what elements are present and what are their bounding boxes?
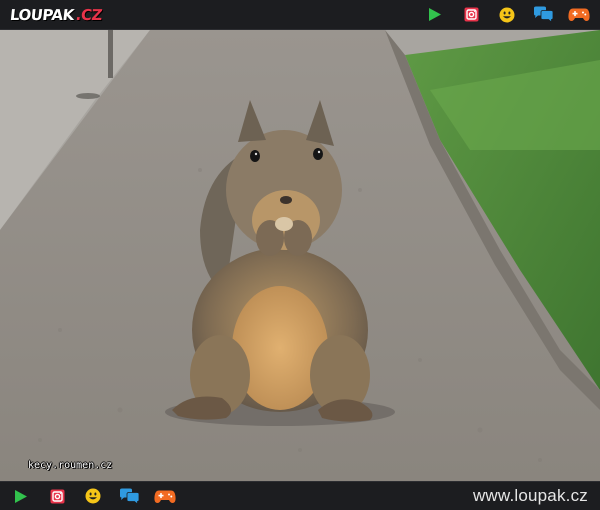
smiley-icon[interactable] bbox=[82, 487, 104, 505]
squirrel-photo bbox=[0, 30, 600, 481]
play-icon[interactable] bbox=[10, 487, 32, 505]
instagram-icon[interactable] bbox=[46, 487, 68, 505]
play-icon[interactable] bbox=[424, 6, 446, 24]
smiley-icon[interactable] bbox=[496, 6, 518, 24]
photo: kecy.roumen.cz bbox=[0, 30, 600, 481]
top-bar: LOUPAK .CZ bbox=[0, 0, 600, 30]
chat-icon[interactable] bbox=[118, 487, 140, 505]
logo-text: LOUPAK bbox=[9, 5, 75, 24]
instagram-icon[interactable] bbox=[460, 6, 482, 24]
gamepad-icon[interactable] bbox=[154, 487, 176, 505]
chat-icon[interactable] bbox=[532, 6, 554, 24]
gamepad-icon[interactable] bbox=[568, 6, 590, 24]
bottom-icon-nav bbox=[10, 487, 176, 505]
bottom-bar: www.loupak.cz bbox=[0, 481, 600, 510]
top-icon-nav bbox=[424, 6, 590, 24]
watermark-caption: kecy.roumen.cz bbox=[28, 460, 113, 471]
site-url-link[interactable]: www.loupak.cz bbox=[473, 486, 588, 506]
logo-tld: .CZ bbox=[74, 5, 103, 24]
loupak-logo[interactable]: LOUPAK .CZ bbox=[9, 6, 103, 24]
